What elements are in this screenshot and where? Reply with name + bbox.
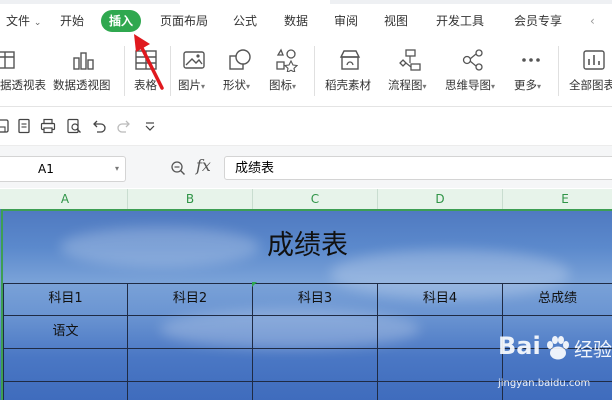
header-cell[interactable]: 科目1: [4, 283, 127, 315]
picture-icon[interactable]: [182, 48, 206, 72]
column-headers: A B C D E: [0, 189, 612, 210]
watermark-url: jingyan.baidu.com: [498, 378, 591, 389]
icon-library-label[interactable]: 图标▾: [269, 77, 296, 93]
comment-marker: [252, 282, 257, 287]
name-box[interactable]: A1 ▾: [0, 156, 126, 182]
caret-down-icon: ▾: [201, 82, 206, 91]
redo-icon[interactable]: [116, 118, 132, 134]
picture-text: 图片: [178, 78, 201, 92]
pivot-table-label[interactable]: 据透视表: [0, 77, 46, 93]
ribbon-divider: [314, 46, 315, 96]
save-icon[interactable]: [0, 118, 10, 134]
menu-bar: 文件 ⌄ 开始 插入 页面布局 公式 数据 审阅 视图 开发工具 会员专享 ‹: [0, 0, 612, 40]
caret-down-icon: ▾: [422, 82, 427, 91]
print-preview-icon[interactable]: [66, 118, 82, 134]
menu-dev-tools[interactable]: 开发工具: [436, 10, 484, 32]
column-header-b[interactable]: B: [128, 189, 253, 209]
ribbon-divider: [170, 46, 171, 96]
chevron-left-icon[interactable]: ‹: [590, 10, 595, 32]
shape-text: 形状: [223, 78, 246, 92]
more-text: 更多: [514, 78, 537, 92]
menu-member[interactable]: 会员专享: [514, 10, 562, 32]
flowchart-label[interactable]: 流程图▾: [388, 77, 427, 93]
export-pdf-icon[interactable]: [16, 118, 32, 134]
icon-library-icon[interactable]: [274, 48, 298, 72]
column-header-c[interactable]: C: [253, 189, 378, 209]
icon-library-text: 图标: [269, 78, 292, 92]
zoom-icon[interactable]: [170, 160, 186, 176]
all-charts-icon[interactable]: [582, 48, 606, 72]
picture-label[interactable]: 图片▾: [178, 77, 205, 93]
menu-page-layout[interactable]: 页面布局: [160, 10, 208, 32]
column-header-e[interactable]: E: [503, 189, 612, 209]
cell-reference: A1: [38, 162, 54, 176]
column-header-d[interactable]: D: [378, 189, 503, 209]
shape-icon[interactable]: [228, 48, 252, 72]
more-label[interactable]: 更多▾: [514, 77, 541, 93]
caret-down-icon: ▾: [491, 82, 496, 91]
menu-review[interactable]: 审阅: [334, 10, 358, 32]
ribbon-divider: [124, 46, 125, 96]
menu-insert[interactable]: 插入: [101, 10, 142, 32]
undo-icon[interactable]: [91, 118, 107, 134]
mindmap-label[interactable]: 思维导图▾: [445, 77, 495, 93]
daoke-material-label[interactable]: 稻壳素材: [325, 77, 371, 93]
formula-bar: A1 ▾ fx 成绩表: [0, 146, 612, 188]
flowchart-icon[interactable]: [398, 48, 422, 72]
menu-file-label: 文件: [6, 14, 31, 28]
mindmap-icon[interactable]: [461, 48, 485, 72]
flowchart-text: 流程图: [388, 78, 423, 92]
shape-label[interactable]: 形状▾: [223, 77, 250, 93]
daoke-material-icon[interactable]: [338, 48, 362, 72]
document-tab-strip: [180, 0, 330, 4]
customize-toolbar-icon[interactable]: [142, 118, 158, 134]
watermark-brand: Bai: [498, 332, 541, 360]
caret-down-icon: ▾: [246, 82, 251, 91]
paw-logo-icon: [547, 336, 569, 360]
formula-input[interactable]: 成绩表: [224, 156, 612, 180]
caret-down-icon: ▾: [537, 82, 542, 91]
caret-down-icon: ▾: [292, 82, 297, 91]
all-charts-label[interactable]: 全部图表: [569, 77, 612, 93]
ribbon-divider: [558, 46, 559, 96]
ribbon-toolbar: 据透视表 数据透视图 表格 图片▾ 形状▾ 图标▾ 稻壳素材 流程图▾ 思维导图…: [0, 40, 612, 107]
chevron-down-icon: ⌄: [33, 18, 42, 28]
pivot-chart-label[interactable]: 数据透视图: [53, 77, 111, 93]
menu-file[interactable]: 文件 ⌄: [6, 10, 41, 32]
red-arrow-icon: [134, 34, 164, 90]
pivot-table-icon[interactable]: [0, 48, 24, 72]
quick-access-bar: [0, 107, 612, 146]
menu-data[interactable]: 数据: [284, 10, 308, 32]
caret-down-icon[interactable]: ▾: [115, 157, 119, 181]
watermark: Bai 经验 jingyan.baidu.com: [494, 326, 612, 400]
print-icon[interactable]: [40, 118, 56, 134]
watermark-suffix: 经验: [574, 339, 612, 361]
function-icon[interactable]: fx: [196, 156, 211, 175]
mindmap-text: 思维导图: [445, 78, 491, 92]
sheet-title-cell[interactable]: 成绩表: [3, 209, 612, 282]
column-header-a[interactable]: A: [3, 189, 128, 209]
header-cell[interactable]: 科目3: [253, 283, 377, 315]
header-cell[interactable]: 总成绩: [503, 283, 612, 315]
menu-view[interactable]: 视图: [384, 10, 408, 32]
header-cell[interactable]: 科目4: [378, 283, 502, 315]
header-cell[interactable]: 科目2: [128, 283, 252, 315]
menu-start[interactable]: 开始: [60, 10, 84, 32]
subject-cell[interactable]: 语文: [4, 316, 127, 348]
pivot-chart-icon[interactable]: [71, 48, 95, 72]
more-icon[interactable]: [519, 48, 543, 72]
menu-formula[interactable]: 公式: [233, 10, 257, 32]
